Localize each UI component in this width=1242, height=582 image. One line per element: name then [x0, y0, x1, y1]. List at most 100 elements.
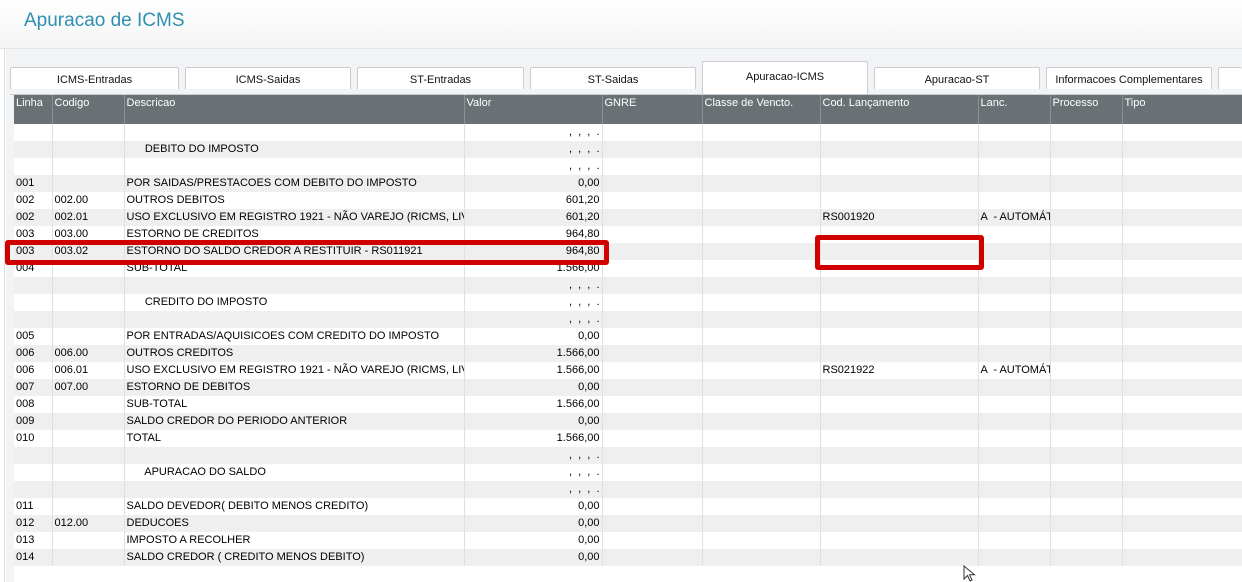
cell-processo[interactable]: [1050, 396, 1123, 413]
cell-descricao[interactable]: OUTROS DEBITOS: [124, 192, 465, 209]
cell-lanc[interactable]: [978, 481, 1051, 498]
cell-cod-lancamento[interactable]: [820, 532, 979, 549]
cell-codigo[interactable]: [52, 481, 125, 498]
cell-codigo[interactable]: [52, 328, 125, 345]
table-row[interactable]: 006 006.01 USO EXCLUSIVO EM REGISTRO 1921 …: [14, 362, 1242, 379]
table-row[interactable]: 005 POR ENTRADAS/AQUISICOES COM CREDITO D…: [14, 328, 1242, 345]
cell-classe-vencto[interactable]: [702, 430, 821, 447]
cell-lanc[interactable]: [978, 464, 1051, 481]
table-row[interactable]: , , , .: [14, 277, 1242, 294]
cell-processo[interactable]: [1050, 345, 1123, 362]
cell-lanc[interactable]: [978, 328, 1051, 345]
cell-gnre[interactable]: [602, 345, 703, 362]
cell-classe-vencto[interactable]: [702, 481, 821, 498]
tab-apuracao-st[interactable]: Apuracao-ST: [874, 67, 1040, 89]
cell-processo[interactable]: [1050, 260, 1123, 277]
cell-codigo[interactable]: [52, 532, 125, 549]
cell-codigo[interactable]: [52, 447, 125, 464]
cell-linha[interactable]: [14, 464, 53, 481]
col-header-gnre[interactable]: GNRE: [602, 95, 703, 124]
cell-classe-vencto[interactable]: [702, 362, 821, 379]
cell-linha[interactable]: 006: [14, 362, 53, 379]
cell-gnre[interactable]: [602, 362, 703, 379]
cell-valor[interactable]: 0,00: [464, 532, 603, 549]
cell-descricao[interactable]: USO EXCLUSIVO EM REGISTRO 1921 - NÃO VAR…: [124, 209, 465, 226]
cell-lanc[interactable]: [978, 413, 1051, 430]
cell-tipo[interactable]: [1122, 345, 1242, 362]
table-row[interactable]: 006 006.00 OUTROS CREDITOS 1.566,00: [14, 345, 1242, 362]
table-row[interactable]: 002 002.00 OUTROS DEBITOS 601,20: [14, 192, 1242, 209]
cell-cod-lancamento[interactable]: [820, 447, 979, 464]
table-row[interactable]: 007 007.00 ESTORNO DE DEBITOS 0,00: [14, 379, 1242, 396]
cell-processo[interactable]: [1050, 515, 1123, 532]
cell-classe-vencto[interactable]: [702, 464, 821, 481]
cell-processo[interactable]: [1050, 532, 1123, 549]
cell-descricao[interactable]: [124, 311, 465, 328]
cell-valor[interactable]: 0,00: [464, 379, 603, 396]
cell-cod-lancamento[interactable]: [820, 311, 979, 328]
cell-processo[interactable]: [1050, 362, 1123, 379]
cell-codigo[interactable]: [52, 430, 125, 447]
cell-valor[interactable]: , , , .: [464, 294, 603, 311]
tab-overflow[interactable]: [1218, 67, 1242, 89]
tab-icms-saidas[interactable]: ICMS-Saidas: [185, 67, 351, 89]
cell-valor[interactable]: 1.566,00: [464, 362, 603, 379]
cell-tipo[interactable]: [1122, 430, 1242, 447]
cell-lanc[interactable]: A - AUTOMÁT: [978, 362, 1051, 379]
cell-tipo[interactable]: [1122, 447, 1242, 464]
table-row[interactable]: , , , .: [14, 311, 1242, 328]
cell-lanc[interactable]: [978, 124, 1051, 141]
cell-lanc[interactable]: [978, 532, 1051, 549]
cell-cod-lancamento[interactable]: RS001920: [820, 209, 979, 226]
cell-classe-vencto[interactable]: [702, 124, 821, 141]
cell-codigo[interactable]: [52, 158, 125, 175]
cell-linha[interactable]: [14, 294, 53, 311]
cell-cod-lancamento[interactable]: [820, 277, 979, 294]
cell-classe-vencto[interactable]: [702, 260, 821, 277]
cell-descricao[interactable]: ESTORNO DE DEBITOS: [124, 379, 465, 396]
cell-descricao[interactable]: APURACAO DO SALDO: [124, 464, 465, 481]
cell-lanc[interactable]: [978, 345, 1051, 362]
cell-processo[interactable]: [1050, 209, 1123, 226]
cell-gnre[interactable]: [602, 158, 703, 175]
cell-gnre[interactable]: [602, 532, 703, 549]
cell-cod-lancamento[interactable]: [820, 430, 979, 447]
cell-valor[interactable]: 0,00: [464, 515, 603, 532]
cell-codigo[interactable]: 006.01: [52, 362, 125, 379]
cell-tipo[interactable]: [1122, 209, 1242, 226]
col-header-processo[interactable]: Processo: [1050, 95, 1123, 124]
table-row[interactable]: CREDITO DO IMPOSTO, , , .: [14, 294, 1242, 311]
cell-processo[interactable]: [1050, 311, 1123, 328]
col-header-valor[interactable]: Valor: [464, 95, 603, 124]
cell-processo[interactable]: [1050, 328, 1123, 345]
cell-descricao[interactable]: [124, 447, 465, 464]
cell-processo[interactable]: [1050, 141, 1123, 158]
cell-classe-vencto[interactable]: [702, 515, 821, 532]
cell-gnre[interactable]: [602, 209, 703, 226]
cell-codigo[interactable]: [52, 294, 125, 311]
cell-lanc[interactable]: [978, 549, 1051, 566]
cell-descricao[interactable]: OUTROS CREDITOS: [124, 345, 465, 362]
cell-tipo[interactable]: [1122, 260, 1242, 277]
cell-processo[interactable]: [1050, 481, 1123, 498]
cell-linha[interactable]: 011: [14, 498, 53, 515]
cell-valor[interactable]: 0,00: [464, 549, 603, 566]
cell-classe-vencto[interactable]: [702, 141, 821, 158]
cell-classe-vencto[interactable]: [702, 209, 821, 226]
cell-gnre[interactable]: [602, 498, 703, 515]
table-row[interactable]: 008 SUB-TOTAL 1.566,00: [14, 396, 1242, 413]
cell-codigo[interactable]: [52, 277, 125, 294]
cell-linha[interactable]: 012: [14, 515, 53, 532]
cell-codigo[interactable]: [52, 498, 125, 515]
cell-descricao[interactable]: SALDO DEVEDOR( DEBITO MENOS CREDITO): [124, 498, 465, 515]
cell-cod-lancamento[interactable]: [820, 158, 979, 175]
col-header-descricao[interactable]: Descricao: [124, 95, 465, 124]
cell-gnre[interactable]: [602, 328, 703, 345]
cell-linha[interactable]: [14, 311, 53, 328]
cell-tipo[interactable]: [1122, 124, 1242, 141]
cell-processo[interactable]: [1050, 498, 1123, 515]
tab-st-saidas[interactable]: ST-Saidas: [530, 67, 696, 89]
cell-gnre[interactable]: [602, 379, 703, 396]
cell-linha[interactable]: 013: [14, 532, 53, 549]
table-row[interactable]: , , , .: [14, 158, 1242, 175]
